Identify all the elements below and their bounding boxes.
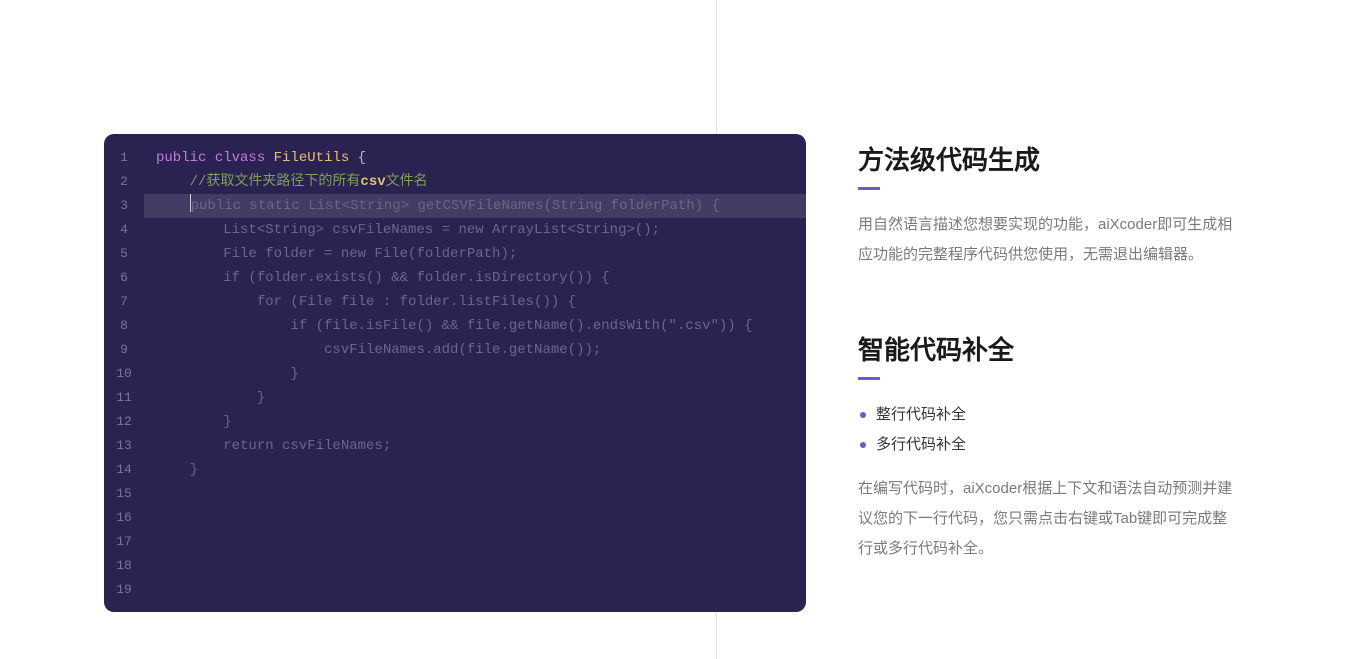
line-number: 3 <box>104 194 144 218</box>
accent-bar <box>858 377 880 380</box>
line-number: 5 <box>104 242 144 266</box>
line-number: 4 <box>104 218 144 242</box>
feature-title: 方法级代码生成 <box>858 140 1238 177</box>
line-number: 14 <box>104 458 144 482</box>
code-line[interactable]: csvFileNames.add(file.getName()); <box>144 338 806 362</box>
code-line-highlighted[interactable]: public static List<String> getCSVFileNam… <box>144 194 806 218</box>
line-number: 1 <box>104 146 144 170</box>
line-number: 12 <box>104 410 144 434</box>
line-number: 11 <box>104 386 144 410</box>
feature-code-completion: 智能代码补全 整行代码补全 多行代码补全 在编写代码时，aiXcoder根据上下… <box>858 330 1238 564</box>
line-number: 16 <box>104 506 144 530</box>
line-number: 9 <box>104 338 144 362</box>
accent-bar <box>858 187 880 190</box>
code-line[interactable]: } <box>144 458 806 482</box>
code-body[interactable]: public clvass FileUtils { //获取文件夹路径下的所有c… <box>144 146 806 482</box>
code-line[interactable]: //获取文件夹路径下的所有csv文件名 <box>144 170 806 194</box>
line-number: 13 <box>104 434 144 458</box>
line-number: 15 <box>104 482 144 506</box>
bullet-item: 整行代码补全 <box>858 400 1238 430</box>
feature-title: 智能代码补全 <box>858 330 1238 367</box>
feature-description: 在编写代码时，aiXcoder根据上下文和语法自动预测并建议您的下一行代码，您只… <box>858 474 1238 564</box>
line-number: 6 <box>104 266 144 290</box>
feature-method-generation: 方法级代码生成 用自然语言描述您想要实现的功能，aiXcoder即可生成相应功能… <box>858 140 1238 270</box>
line-number: 8 <box>104 314 144 338</box>
code-line[interactable]: if (folder.exists() && folder.isDirector… <box>144 266 806 290</box>
line-number: 19 <box>104 578 144 602</box>
line-number: 18 <box>104 554 144 578</box>
line-number-gutter: 1 2 3 4 5 6 7 8 9 10 11 12 13 14 15 16 1… <box>104 134 144 612</box>
line-number: 17 <box>104 530 144 554</box>
line-number: 7 <box>104 290 144 314</box>
line-number: 2 <box>104 170 144 194</box>
code-line[interactable]: public clvass FileUtils { <box>144 146 806 170</box>
feature-bullets: 整行代码补全 多行代码补全 <box>858 400 1238 460</box>
features-column: 方法级代码生成 用自然语言描述您想要实现的功能，aiXcoder即可生成相应功能… <box>858 140 1238 624</box>
line-number: 10 <box>104 362 144 386</box>
bullet-item: 多行代码补全 <box>858 430 1238 460</box>
code-line[interactable]: } <box>144 410 806 434</box>
code-line[interactable]: } <box>144 362 806 386</box>
code-line[interactable]: for (File file : folder.listFiles()) { <box>144 290 806 314</box>
code-line[interactable]: List<String> csvFileNames = new ArrayLis… <box>144 218 806 242</box>
code-editor: 1 2 3 4 5 6 7 8 9 10 11 12 13 14 15 16 1… <box>104 134 806 612</box>
code-line[interactable]: return csvFileNames; <box>144 434 806 458</box>
code-line[interactable]: File folder = new File(folderPath); <box>144 242 806 266</box>
code-line[interactable]: if (file.isFile() && file.getName().ends… <box>144 314 806 338</box>
feature-description: 用自然语言描述您想要实现的功能，aiXcoder即可生成相应功能的完整程序代码供… <box>858 210 1238 270</box>
code-line[interactable]: } <box>144 386 806 410</box>
